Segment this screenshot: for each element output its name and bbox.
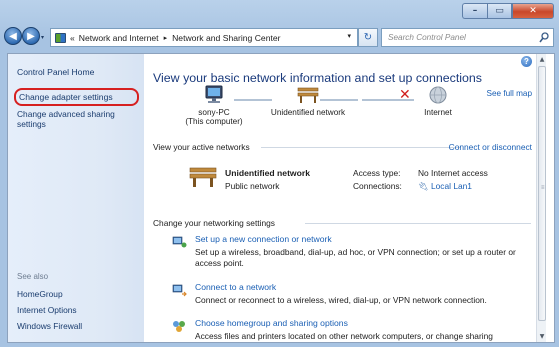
computer-name: sony-PC [198, 108, 230, 117]
connection-name: Local Lan1 [430, 181, 472, 191]
forward-button[interactable]: ▶ [22, 27, 40, 45]
section-divider [305, 223, 531, 224]
vertical-scrollbar[interactable]: ▲ ≡ ▼ [536, 54, 546, 342]
breadcrumb-network-and-sharing-center[interactable]: Network and Sharing Center [172, 33, 280, 43]
homegroup-sharing-link[interactable]: Choose homegroup and sharing options [195, 318, 537, 329]
computer-icon [205, 85, 223, 103]
search-placeholder: Search Control Panel [388, 33, 466, 42]
title-bar: – ▭ ✕ [0, 0, 559, 22]
change-adapter-settings-label: Change adapter settings [19, 92, 113, 102]
task-new-connection: Set up a new connection or network Set u… [172, 234, 537, 269]
access-type-value: No Internet access [418, 168, 488, 178]
homegroup-link[interactable]: HomeGroup [17, 289, 63, 299]
window-controls: – ▭ ✕ [462, 3, 554, 19]
explorer-window: – ▭ ✕ ◀ ▶ ▾ « Network and Internet ▸ Net… [0, 0, 559, 347]
refresh-button[interactable]: ↻ [358, 28, 378, 47]
connect-network-icon [172, 284, 187, 297]
close-button[interactable]: ✕ [512, 3, 554, 19]
internet-label: Internet [424, 108, 452, 117]
left-pane: Control Panel Home Change adapter settin… [8, 54, 144, 342]
task-description: Set up a wireless, broadband, dial-up, a… [195, 247, 516, 268]
page-title: View your basic network information and … [153, 71, 482, 85]
connection-link[interactable]: 🔌︎ Local Lan1 [418, 181, 472, 192]
ethernet-plug-icon: 🔌︎ [418, 181, 429, 191]
scroll-up-button[interactable]: ▲ [537, 54, 547, 65]
map-internet-node[interactable]: Internet [408, 85, 468, 117]
new-connection-link[interactable]: Set up a new connection or network [195, 234, 537, 245]
task-homegroup: Choose homegroup and sharing options Acc… [173, 318, 537, 342]
search-icon[interactable] [539, 32, 549, 44]
see-also-heading: See also [17, 272, 49, 281]
breadcrumb-separator[interactable]: ▸ [164, 34, 168, 42]
windows-firewall-link[interactable]: Windows Firewall [17, 321, 82, 331]
map-computer-node[interactable]: sony-PC (This computer) [184, 85, 244, 126]
network-name: Unidentified network [270, 108, 346, 117]
refresh-icon: ↻ [363, 32, 373, 43]
breadcrumb-overflow[interactable]: « [70, 33, 75, 43]
search-input[interactable]: Search Control Panel [381, 28, 554, 47]
recent-pages-dropdown[interactable]: ▾ [41, 34, 44, 41]
scroll-thumb[interactable]: ≡ [538, 66, 546, 321]
see-full-map-link[interactable]: See full map [486, 89, 532, 98]
map-network-node[interactable]: Unidentified network [258, 85, 358, 117]
section-divider [261, 147, 461, 148]
breadcrumb-network-and-internet[interactable]: Network and Internet [79, 33, 159, 43]
bench-icon [297, 87, 319, 103]
task-description: Connect or reconnect to a wireless, wire… [195, 295, 487, 305]
content-area: Control Panel Home Change adapter settin… [7, 53, 555, 343]
minimize-button[interactable]: – [462, 3, 487, 19]
address-dropdown[interactable]: ▾ [347, 32, 351, 40]
task-connect-network: Connect to a network Connect or reconnec… [172, 282, 537, 306]
main-pane: ? View your basic network information an… [144, 54, 546, 342]
new-connection-icon [172, 236, 187, 248]
network-type-link[interactable]: Public network [225, 181, 279, 191]
change-advanced-sharing-link[interactable]: Change advanced sharing settings [17, 109, 135, 129]
back-button[interactable]: ◀ [4, 27, 22, 45]
connect-network-link[interactable]: Connect to a network [195, 282, 537, 293]
control-panel-icon [55, 32, 66, 43]
maximize-button[interactable]: ▭ [487, 3, 512, 19]
computer-subtitle: (This computer) [185, 117, 243, 126]
help-icon[interactable]: ? [521, 56, 532, 67]
homegroup-icon [173, 321, 185, 332]
active-networks-heading: View your active networks [153, 142, 250, 152]
access-type-label: Access type: [353, 168, 401, 178]
connect-or-disconnect-link[interactable]: Connect or disconnect [449, 142, 532, 152]
control-panel-home-link[interactable]: Control Panel Home [17, 67, 94, 77]
arrow-left-icon: ◀ [9, 30, 17, 42]
internet-options-link[interactable]: Internet Options [17, 305, 77, 315]
active-network-bench-icon [189, 167, 217, 187]
change-adapter-settings-link[interactable]: Change adapter settings [14, 88, 139, 106]
active-network-name: Unidentified network [225, 168, 310, 178]
networking-settings-heading: Change your networking settings [153, 218, 275, 228]
scroll-grip-icon: ≡ [541, 185, 545, 191]
scroll-down-button[interactable]: ▼ [537, 331, 547, 342]
globe-icon [429, 86, 447, 104]
navigation-bar: ◀ ▶ ▾ « Network and Internet ▸ Network a… [0, 22, 559, 52]
task-description: Access files and printers located on oth… [195, 331, 493, 341]
connections-label: Connections: [353, 181, 402, 191]
address-bar[interactable]: « Network and Internet ▸ Network and Sha… [50, 28, 358, 47]
arrow-right-icon: ▶ [27, 30, 35, 42]
